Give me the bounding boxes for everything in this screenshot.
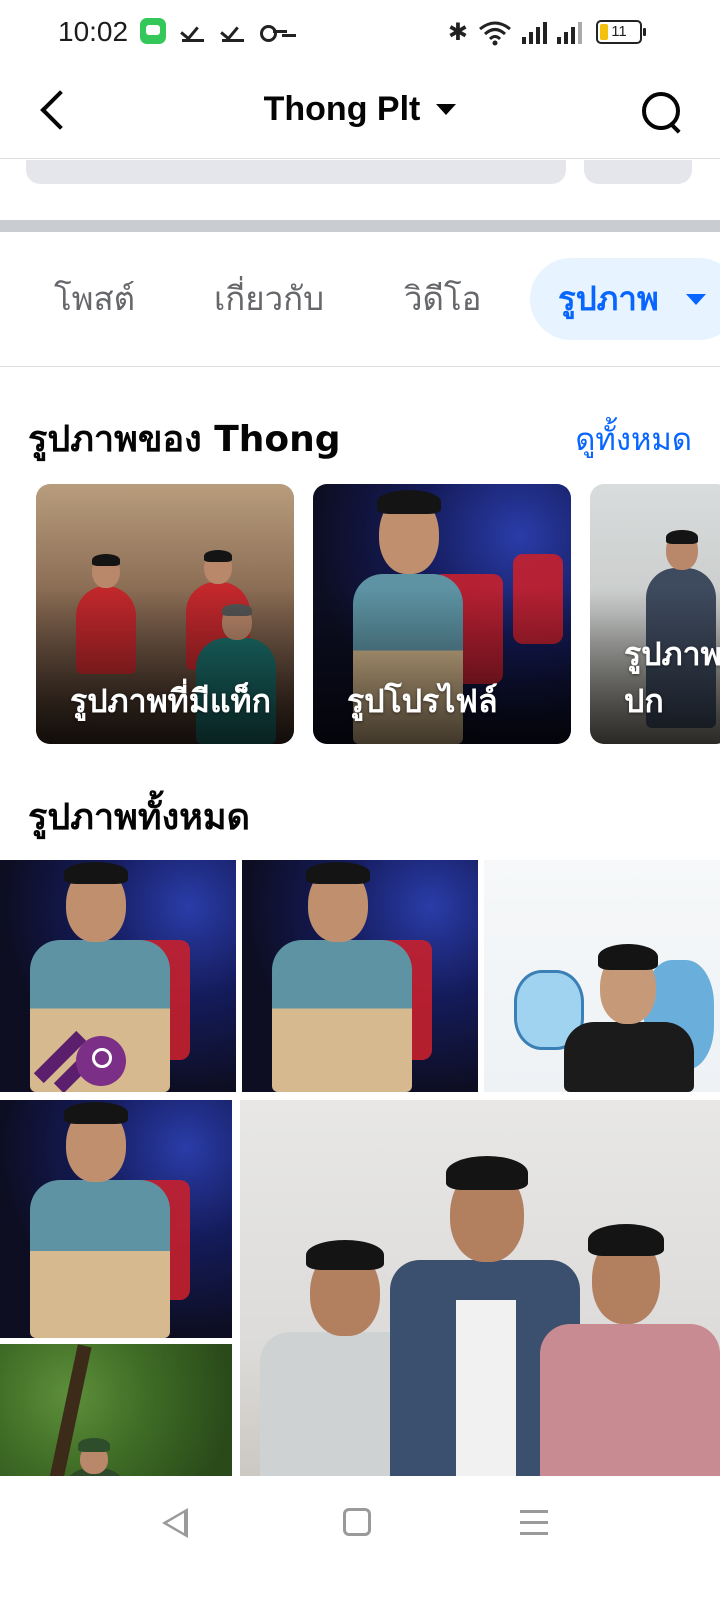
signal-icon [522, 21, 547, 44]
photo-person [30, 1100, 180, 1338]
photo-person [564, 936, 694, 1092]
system-navigation-bar [0, 1476, 720, 1612]
caret-down-icon [436, 104, 457, 115]
background-chair [513, 554, 563, 644]
check-icon [180, 18, 206, 44]
caret-down-icon [686, 294, 706, 305]
tab-about[interactable]: เกี่ยวกับ [214, 258, 324, 340]
profile-name-dropdown[interactable]: Thong Plt [0, 90, 720, 129]
profile-more-button-peek[interactable] [584, 160, 692, 184]
photo-thumbnail[interactable] [0, 860, 236, 1092]
profile-frame-icon [76, 1036, 126, 1086]
tab-photos-label: รูปภาพ [558, 279, 659, 318]
notification-icons [140, 18, 290, 44]
photo-thumbnail[interactable] [0, 1100, 232, 1338]
tab-photos[interactable]: รูปภาพ [530, 258, 720, 340]
page-title: Thong Plt [263, 90, 421, 128]
profile-action-button-peek[interactable] [26, 160, 566, 184]
search-button[interactable] [640, 90, 684, 134]
photo-person [272, 860, 422, 1092]
photo-person [540, 1220, 720, 1514]
check-icon [220, 18, 246, 44]
nav-home-icon[interactable] [343, 1508, 371, 1536]
signal-icon [557, 21, 582, 44]
albums-section-title: รูปภาพของ Thong [28, 419, 341, 460]
album-label: รูปภาพที่มีแท็ก [70, 681, 271, 720]
album-photo-person [186, 550, 250, 670]
status-time: 10:02 [58, 16, 129, 47]
photo-thumbnail[interactable] [242, 860, 478, 1092]
header-divider [0, 158, 720, 159]
bluetooth-icon: ✱ [447, 19, 468, 46]
nav-back-icon[interactable] [162, 1508, 192, 1538]
page-header: Thong Plt [0, 72, 720, 152]
nav-menu-icon[interactable] [520, 1508, 548, 1536]
background-chair [433, 574, 503, 684]
battery-icon: 11 [596, 20, 646, 44]
see-all-link[interactable]: ดูทั้งหมด [575, 414, 692, 464]
album-tagged-photos[interactable]: รูปภาพที่มีแท็ก [36, 484, 294, 744]
album-label: รูปภาพปก [624, 635, 720, 720]
message-icon [140, 18, 166, 44]
tab-posts[interactable]: โพสต์ [54, 258, 135, 340]
album-photo-person [76, 554, 136, 674]
tabs-divider [0, 366, 720, 367]
wifi-icon [479, 21, 511, 45]
key-icon [260, 18, 290, 44]
profile-tabs: โพสต์ เกี่ยวกับ วิดีโอ รูปภาพ [0, 258, 720, 340]
all-photos-section-title: รูปภาพทั้งหมด [28, 797, 251, 838]
photo-thumbnail-large[interactable] [240, 1100, 720, 1514]
tab-videos[interactable]: วิดีโอ [404, 258, 482, 340]
album-label: รูปโปรไฟล์ [347, 681, 498, 720]
section-separator [0, 220, 720, 232]
album-cover-photos[interactable]: รูปภาพปก [590, 484, 720, 744]
status-bar: 10:02 ✱ 11 [0, 0, 720, 68]
album-profile-pictures[interactable]: รูปโปรไฟล์ [313, 484, 571, 744]
battery-level: 11 [611, 23, 627, 40]
photo-thumbnail[interactable] [484, 860, 720, 1092]
